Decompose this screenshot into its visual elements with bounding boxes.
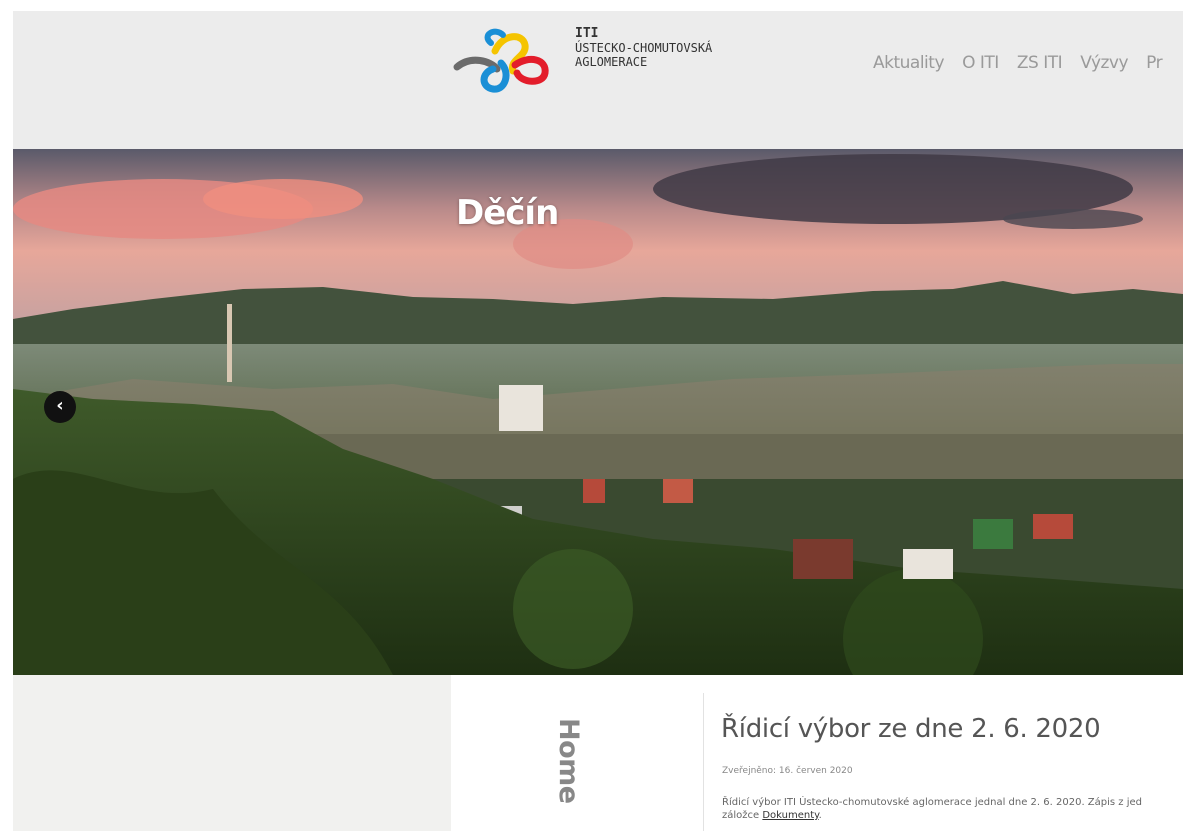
slider-prev-button[interactable]: ‹	[44, 391, 76, 423]
article-excerpt: Řídicí výbor ITI Ústecko-chomutovské agl…	[722, 796, 1183, 822]
hero-title: Děčín	[456, 193, 559, 233]
left-sidebar-panel	[13, 675, 451, 831]
article-title[interactable]: Řídicí výbor ze dne 2. 6. 2020	[721, 714, 1101, 744]
nav-item-vyzvy[interactable]: Výzvy	[1080, 53, 1128, 73]
hero-image	[13, 149, 1183, 675]
excerpt-suffix: .	[818, 810, 822, 821]
excerpt-prefix: záložce	[722, 810, 763, 821]
content-divider	[703, 693, 704, 831]
nav-item-pr[interactable]: Pr	[1146, 53, 1162, 73]
nav-item-aktuality[interactable]: Aktuality	[873, 53, 945, 73]
site-header: ITI ÚSTECKO-CHOMUTOVSKÁ AGLOMERACE Aktua…	[13, 11, 1183, 149]
chevron-left-icon: ‹	[56, 395, 64, 416]
nav-item-o-iti[interactable]: O ITI	[962, 53, 999, 73]
iti-logo-icon[interactable]	[451, 25, 551, 97]
logo-line-2: ÚSTECKO-CHOMUTOVSKÁ	[575, 41, 713, 55]
nav-item-zs-iti[interactable]: ZS ITI	[1017, 53, 1063, 73]
hero-slider: Děčín ‹	[13, 149, 1183, 675]
logo-line-1: ITI	[575, 26, 599, 41]
published-date: Zveřejněno: 16. červen 2020	[722, 766, 853, 776]
documents-link[interactable]: Dokumenty	[762, 810, 818, 821]
logo-text[interactable]: ITI ÚSTECKO-CHOMUTOVSKÁ AGLOMERACE	[575, 26, 713, 70]
main-nav: Aktuality O ITI ZS ITI Výzvy Pr	[873, 53, 1175, 73]
section-title-home: Home	[553, 718, 584, 804]
logo-line-3: AGLOMERACE	[575, 55, 648, 69]
excerpt-line-1: Řídicí výbor ITI Ústecko-chomutovské agl…	[722, 797, 1142, 808]
excerpt-line-2: záložce Dokumenty.	[722, 809, 1183, 822]
